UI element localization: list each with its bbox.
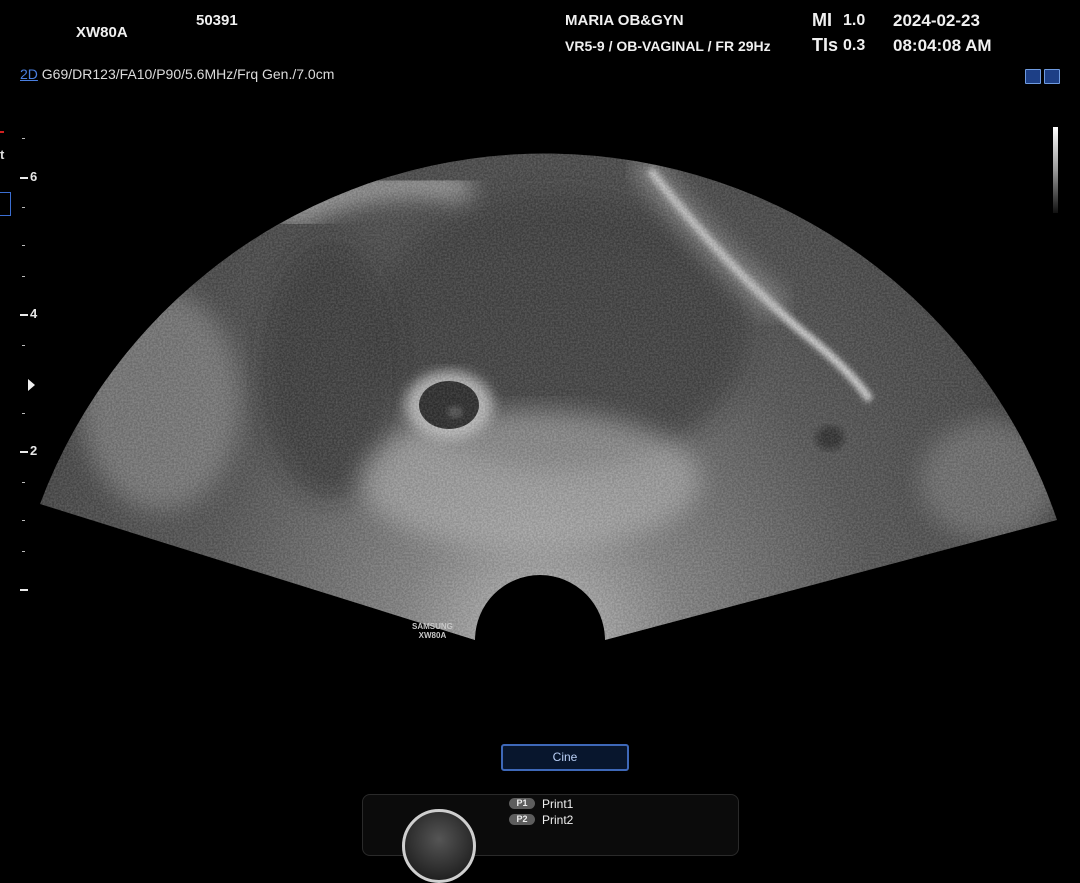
system-model: XW80A [76,24,128,41]
patient-id: 50391 [196,12,238,29]
print1-label[interactable]: Print1 [542,797,573,811]
cine-button[interactable]: Cine [501,744,629,771]
imaging-params: G69/DR123/FA10/P90/5.6MHz/Frq Gen./7.0cm [41,66,335,82]
brand-line2: XW80A [418,631,447,640]
tis-value: 0.3 [843,37,866,54]
probe-icon[interactable] [1044,69,1060,84]
exam-date: 2024-02-23 [893,11,980,30]
p2-key[interactable]: P2 [509,814,535,825]
samsung-watermark: SAMSUNG XW80A [412,622,453,640]
brand-line1: SAMSUNG [412,622,453,631]
imaging-params-line: 2D G69/DR123/FA10/P90/5.6MHz/Frq Gen./7.… [20,66,334,82]
exam-time: 08:04:08 AM [893,36,992,55]
institution-name: MARIA OB&GYN [565,12,684,29]
print2-label[interactable]: Print2 [542,813,573,827]
mi-label: MI [812,10,832,30]
trackball-knob-icon[interactable] [402,809,476,883]
p1-key[interactable]: P1 [509,798,535,809]
tis-label: TIs [812,35,839,55]
ultrasound-image[interactable] [0,90,1080,660]
mode-tag[interactable]: 2D [20,66,38,82]
image-mode-icon[interactable] [1025,69,1041,84]
probe-preset: VR5-9 / OB-VAGINAL / FR 29Hz [565,38,771,54]
mi-value: 1.0 [843,12,866,29]
